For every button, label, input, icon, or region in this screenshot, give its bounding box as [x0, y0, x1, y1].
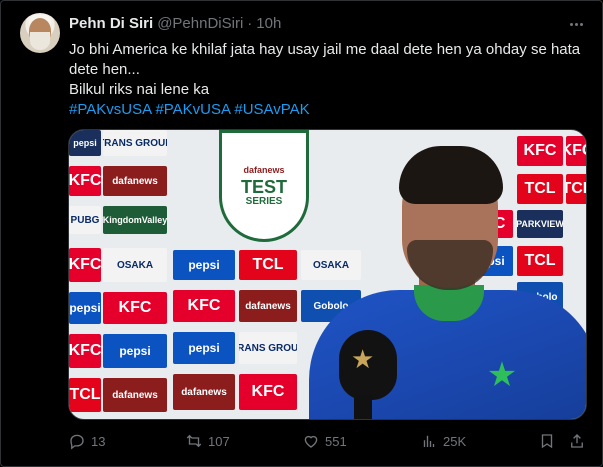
sponsor-board: KFC — [173, 290, 235, 322]
sponsor-board: KFC — [69, 248, 101, 282]
shield-title: TEST — [240, 177, 287, 197]
avatar-beard — [30, 32, 50, 50]
repost-count: 107 — [208, 433, 230, 449]
views-count: 25K — [443, 433, 467, 449]
sponsor-board: dafanews — [103, 378, 167, 412]
sponsor-board: pepsi — [103, 334, 167, 368]
tweet-card[interactable]: Pehn Di Siri @PehnDiSiri · 10h Jo bhi Am… — [0, 0, 603, 467]
sponsor-board: TCL — [69, 378, 101, 412]
separator-dot: · — [247, 14, 253, 32]
sponsor-board: pepsi — [69, 130, 101, 156]
reply-count: 13 — [91, 433, 106, 449]
hashtag-link[interactable]: #PAKvsUSA — [69, 101, 151, 118]
bookmark-button[interactable] — [538, 431, 556, 451]
bookmark-icon — [541, 434, 553, 449]
views-icon — [423, 435, 435, 447]
sponsor-board: KFC — [239, 374, 297, 410]
avatar[interactable] — [20, 13, 60, 53]
pakistan-star-icon: ★ — [486, 356, 518, 394]
user-handle[interactable]: @PehnDiSiri — [157, 15, 243, 32]
tweet-media-image[interactable]: pepsi TRANS GROUP KFC dafanews PUBG King… — [68, 129, 587, 420]
sponsor-board: pepsi — [173, 332, 235, 364]
sponsor-board: TRANS GROUP — [103, 130, 167, 156]
sponsor-board: TCL — [239, 250, 297, 280]
hashtag-link[interactable]: #PAKvUSA — [155, 101, 230, 118]
microphone-handle — [354, 395, 372, 419]
microphone-icon: ★ — [339, 330, 397, 400]
sponsor-board: TRANS GROUP — [239, 332, 297, 364]
shield-subtitle: SERIES — [245, 196, 283, 207]
sponsor-board: dafanews — [103, 166, 167, 196]
sponsor-board: KFC — [69, 334, 101, 368]
sponsor-board: pepsi — [69, 292, 101, 324]
tweet-actions: 13 107 551 25K — [68, 431, 587, 451]
reply-icon — [70, 434, 84, 450]
views-button[interactable]: 25K — [420, 431, 466, 451]
sponsor-board: dafanews — [239, 290, 297, 322]
tweet-text-line1: Jo bhi America ke khilaf jata hay usay j… — [69, 41, 581, 78]
sponsor-board: PUBG — [69, 206, 101, 234]
repost-button[interactable]: 107 — [185, 431, 230, 451]
sponsor-board: pepsi — [173, 250, 235, 280]
tweet-text-line2: Bilkul riks nai lene ka — [69, 81, 210, 98]
hashtag-link[interactable]: #USAvPAK — [234, 101, 309, 118]
sponsor-board: OSAKA — [103, 248, 167, 282]
reply-button[interactable]: 13 — [68, 431, 105, 451]
more-options-icon[interactable] — [566, 14, 586, 34]
tweet-time[interactable]: 10h — [256, 15, 281, 32]
display-name[interactable]: Pehn Di Siri — [69, 15, 153, 32]
sponsor-board: KFC — [69, 166, 101, 196]
hashtags: #PAKvsUSA #PAKvUSA #USAvPAK — [69, 100, 589, 120]
player-figure: ★ ★ — [299, 140, 586, 419]
player-hair — [399, 146, 503, 204]
like-count: 551 — [325, 433, 347, 449]
share-icon — [571, 434, 583, 448]
heart-icon — [304, 435, 318, 448]
repost-icon — [186, 434, 202, 448]
sponsor-board: dafanews — [173, 374, 235, 410]
tweet-header: Pehn Di Siri @PehnDiSiri · 10h — [69, 13, 281, 33]
tweet-text: Jo bhi America ke khilaf jata hay usay j… — [69, 40, 589, 120]
sponsor-board: KFC — [103, 292, 167, 324]
test-series-shield: dafanews TEST SERIES — [219, 130, 309, 242]
share-button[interactable] — [568, 431, 586, 451]
like-button[interactable]: 551 — [302, 431, 347, 451]
shield-brand: dafanews — [243, 165, 285, 175]
sponsor-board: KingdomValley — [103, 206, 167, 234]
